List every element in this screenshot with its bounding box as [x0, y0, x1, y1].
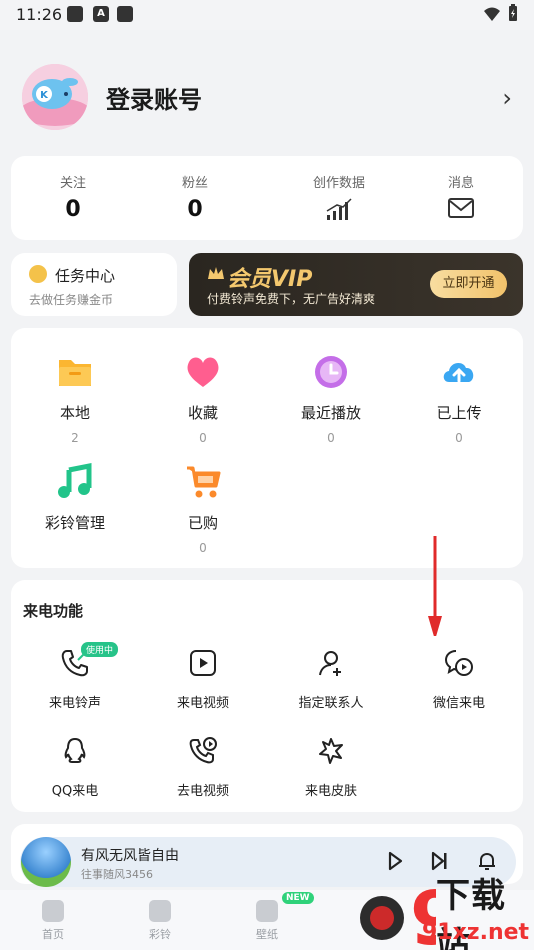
- watermark: 9 下载站 91xz.net: [352, 868, 534, 950]
- skin-icon: [319, 738, 343, 764]
- task-center-card[interactable]: 任务中心 去做任务赚金币: [11, 253, 177, 316]
- cloud-upload-icon: [443, 362, 474, 383]
- tab-wallpaper[interactable]: 壁纸: [237, 900, 297, 942]
- library-item-ringback[interactable]: 彩铃管理: [25, 462, 125, 533]
- square-icon: [67, 6, 83, 22]
- add-contact-icon: [319, 651, 341, 676]
- call-item-skin[interactable]: 来电皮肤: [276, 736, 386, 799]
- avatar[interactable]: K: [22, 64, 88, 130]
- status-bar: 11:26 A: [0, 0, 534, 30]
- player-track-artist: 往事随风3456: [81, 868, 153, 881]
- call-features-card: 来电功能 使用中 来电铃声 来电视频 指定联系人 微信来电 QQ来电 去电视频 …: [11, 580, 523, 812]
- music-note-icon: [58, 462, 92, 498]
- library-item-favorites[interactable]: 收藏 0: [153, 352, 253, 445]
- folder-icon: [59, 360, 91, 386]
- clock-icon: [315, 356, 347, 388]
- call-item-ringtone[interactable]: 使用中 来电铃声: [20, 642, 130, 711]
- stat-messages[interactable]: 消息: [401, 172, 521, 223]
- wallpaper-icon: [256, 900, 278, 922]
- call-item-contact[interactable]: 指定联系人: [276, 648, 386, 711]
- vip-title: 会员VIP: [227, 267, 313, 292]
- watermark-url: 91xz.net: [422, 920, 530, 945]
- player-track-title: 有风无风皆自由: [81, 848, 179, 864]
- login-label[interactable]: 登录账号: [106, 80, 202, 115]
- ringtone-icon: [149, 900, 171, 922]
- stat-fans[interactable]: 粉丝 0: [135, 172, 255, 222]
- library-item-local[interactable]: 本地 2: [25, 352, 125, 445]
- bar-chart-icon: [326, 198, 352, 220]
- crown-icon: [208, 267, 224, 279]
- task-center-subtitle: 去做任务赚金币: [29, 293, 114, 307]
- library-item-purchased[interactable]: 已购 0: [153, 462, 253, 555]
- cart-icon: [187, 466, 221, 498]
- chevron-right-icon[interactable]: ›: [502, 84, 512, 112]
- square-icon: [117, 6, 133, 22]
- vip-subtitle: 付费铃声免费下，无广告好清爽: [207, 292, 376, 306]
- wifi-icon: [484, 7, 500, 21]
- library-item-uploaded[interactable]: 已上传 0: [409, 352, 509, 445]
- call-item-outgoing-video[interactable]: 去电视频: [148, 736, 258, 799]
- task-center-title: 任务中心: [55, 267, 116, 285]
- a-icon: A: [93, 6, 109, 22]
- library-item-recent[interactable]: 最近播放 0: [281, 352, 381, 445]
- call-item-qq[interactable]: QQ来电: [20, 736, 130, 799]
- battery-icon: [509, 4, 517, 21]
- stats-card: 关注 0 粉丝 0 创作数据 消息: [11, 156, 523, 240]
- profile-header[interactable]: K 登录账号 ›: [22, 64, 512, 134]
- video-play-icon: [190, 650, 216, 676]
- coin-icon: [29, 265, 47, 283]
- red-arrow-annotation: [428, 536, 442, 636]
- outgoing-video-icon: [189, 737, 217, 764]
- mail-icon: [448, 198, 474, 218]
- call-features-title: 来电功能: [23, 602, 84, 620]
- wechat-call-icon: [444, 650, 473, 676]
- in-use-badge: 使用中: [81, 642, 119, 657]
- clock: 11:26: [16, 5, 63, 24]
- stat-following[interactable]: 关注 0: [13, 172, 133, 222]
- svg-text:K: K: [40, 90, 49, 101]
- home-icon: [42, 900, 64, 922]
- call-item-wechat[interactable]: 微信来电: [404, 648, 514, 711]
- vip-banner[interactable]: 会员VIP 付费铃声免费下，无广告好清爽 立即开通: [189, 253, 523, 316]
- library-card: 本地 2 收藏 0 最近播放 0 已上传 0 彩铃管理 已购 0: [11, 328, 523, 568]
- call-item-video[interactable]: 来电视频: [148, 648, 258, 711]
- heart-icon: [187, 357, 219, 387]
- album-cover[interactable]: [21, 837, 71, 887]
- tab-ringtone[interactable]: 彩铃: [130, 900, 190, 942]
- vip-open-button[interactable]: 立即开通: [430, 270, 507, 298]
- tab-home[interactable]: 首页: [23, 900, 83, 942]
- new-badge: NEW: [282, 892, 314, 904]
- qq-icon: [64, 737, 86, 763]
- stat-creation-data[interactable]: 创作数据: [279, 172, 399, 225]
